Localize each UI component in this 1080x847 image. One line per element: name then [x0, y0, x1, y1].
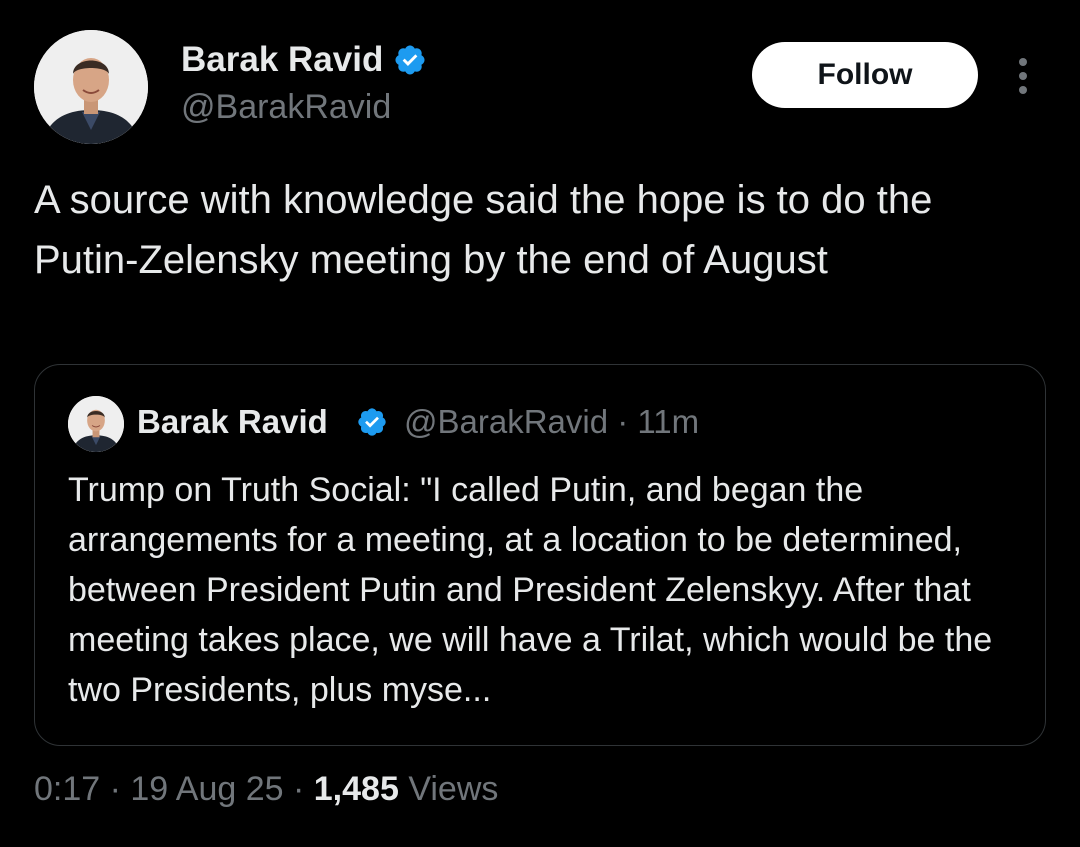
author-display-name[interactable]: Barak Ravid: [181, 40, 427, 80]
tweet-container: Barak Ravid @BarakRavid Follow A source …: [0, 0, 1080, 847]
views-label: Views: [408, 770, 499, 808]
quoted-author-name: Barak Ravid: [137, 403, 328, 440]
verified-badge-icon: [358, 408, 386, 436]
tweet-text: A source with knowledge said the hope is…: [34, 178, 933, 282]
more-vertical-icon[interactable]: [1006, 54, 1040, 98]
tweet-footer-meta: 0:17 · 19 Aug 25 · 1,485 Views: [34, 770, 498, 809]
more-dot: [1019, 58, 1027, 66]
avatar-portrait-icon: [34, 30, 148, 144]
quoted-tweet-text: Trump on Truth Social: "I called Putin, …: [68, 471, 993, 709]
views-count: 1,485: [313, 770, 399, 808]
avatar-portrait-icon: [68, 396, 124, 452]
tweet-timestamp[interactable]: 0:17 · 19 Aug 25 ·: [34, 770, 314, 808]
more-dot: [1019, 72, 1027, 80]
follow-button[interactable]: Follow: [752, 42, 978, 108]
quoted-handle-time: @BarakRavid · 11m: [404, 403, 700, 440]
quoted-author-avatar: [68, 396, 124, 452]
author-handle[interactable]: @BarakRavid: [181, 88, 391, 127]
author-name-text: Barak Ravid: [181, 40, 384, 79]
verified-badge-icon: [395, 45, 425, 75]
author-avatar[interactable]: [34, 30, 148, 144]
more-dot: [1019, 86, 1027, 94]
